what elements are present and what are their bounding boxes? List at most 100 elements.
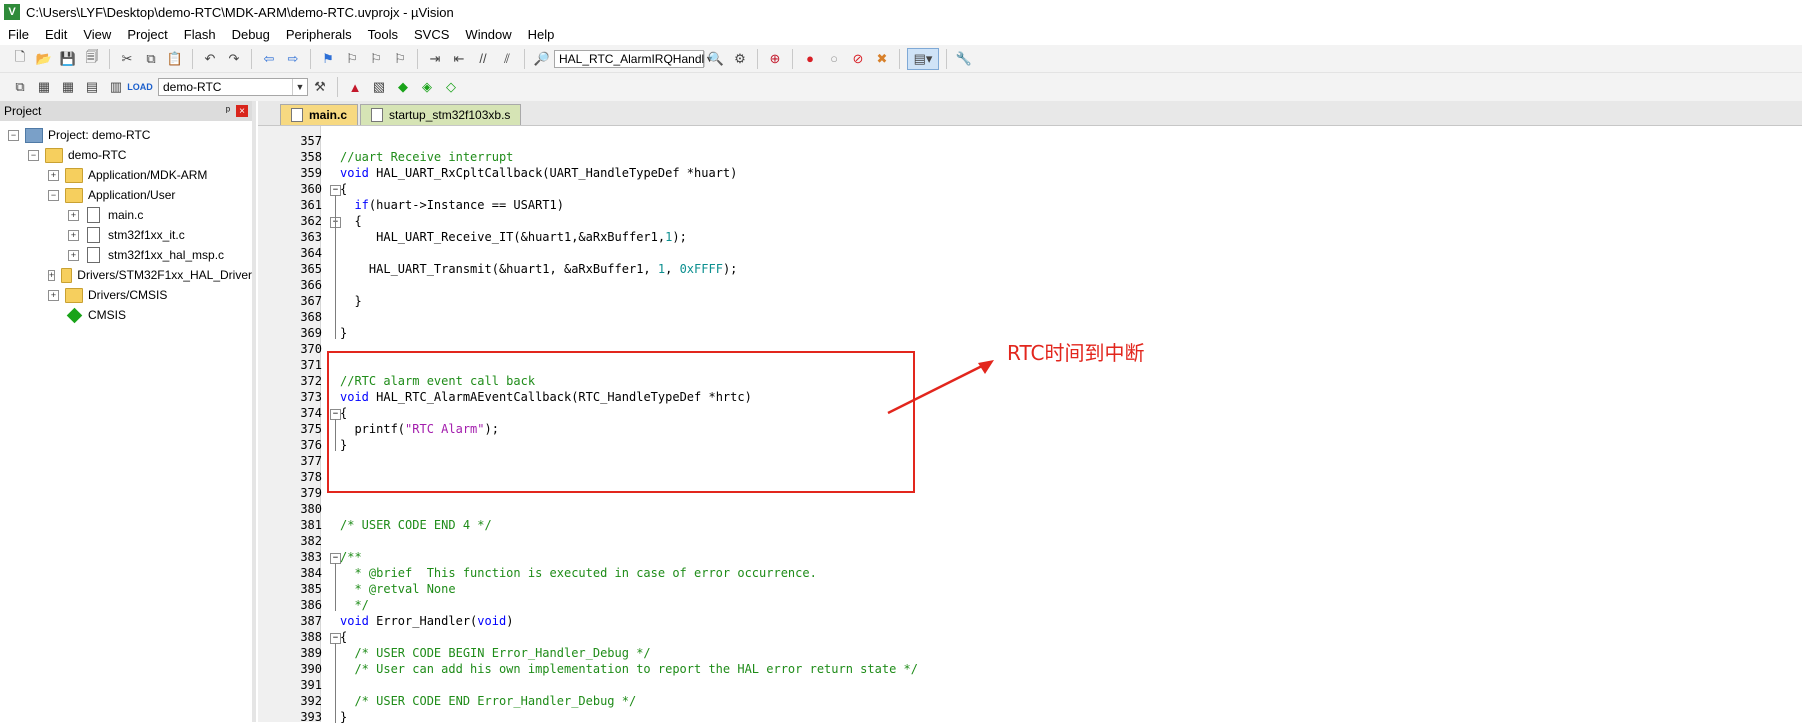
find-icon[interactable]: 🔍 bbox=[706, 49, 726, 69]
code-line[interactable]: 383−/** bbox=[258, 550, 1758, 566]
rebuild-icon[interactable]: ▦ bbox=[58, 77, 78, 97]
uncomment-icon[interactable]: ⫽ bbox=[497, 49, 517, 69]
navigate-back-icon[interactable]: ⇦ bbox=[259, 49, 279, 69]
tree-item-group[interactable]: + Application/MDK-ARM bbox=[0, 165, 252, 185]
save-all-icon[interactable]: 🗐 bbox=[82, 49, 102, 69]
expand-icon[interactable]: + bbox=[68, 209, 79, 221]
indent-icon[interactable]: ⇥ bbox=[425, 49, 445, 69]
code-line[interactable]: 367 } bbox=[258, 294, 1758, 310]
next-bookmark-icon[interactable]: ⚐ bbox=[366, 49, 386, 69]
menu-help[interactable]: Help bbox=[520, 27, 563, 42]
expand-icon[interactable]: + bbox=[48, 169, 59, 181]
tree-item-group[interactable]: + Drivers/CMSIS bbox=[0, 285, 252, 305]
translate-icon[interactable]: ⧉ bbox=[10, 77, 30, 97]
cut-icon[interactable]: ✂ bbox=[117, 49, 137, 69]
pin-icon[interactable]: ᵖ bbox=[226, 105, 230, 117]
stop-build-icon[interactable]: ▥ bbox=[106, 77, 126, 97]
code-line[interactable]: 391 bbox=[258, 678, 1758, 694]
code-line[interactable]: 387 void Error_Handler(void) bbox=[258, 614, 1758, 630]
expand-icon[interactable]: + bbox=[48, 269, 56, 281]
menu-view[interactable]: View bbox=[75, 27, 119, 42]
code-line[interactable]: 388−{ bbox=[258, 630, 1758, 646]
disable-breakpoints-icon[interactable]: ⊘ bbox=[848, 49, 868, 69]
code-line[interactable]: 365 HAL_UART_Transmit(&huart1, &aRxBuffe… bbox=[258, 262, 1758, 278]
manage-components-icon[interactable]: ▲ bbox=[345, 77, 365, 97]
code-line[interactable]: 362− { bbox=[258, 214, 1758, 230]
comment-icon[interactable]: // bbox=[473, 49, 493, 69]
tree-item-file[interactable]: + main.c bbox=[0, 205, 252, 225]
code-line[interactable]: 380 bbox=[258, 502, 1758, 518]
debug-session-icon[interactable]: ⊕ bbox=[765, 49, 785, 69]
window-layout-icon[interactable]: ▤▾ bbox=[907, 47, 939, 70]
collapse-icon[interactable]: − bbox=[28, 149, 39, 161]
target-options-icon[interactable]: ⚒ bbox=[310, 77, 330, 97]
code-line[interactable]: 359 void HAL_UART_RxCpltCallback(UART_Han… bbox=[258, 166, 1758, 182]
paste-icon[interactable]: 📋 bbox=[165, 49, 185, 69]
tree-item-group[interactable]: − Application/User bbox=[0, 185, 252, 205]
tab-main-c[interactable]: main.c bbox=[280, 104, 359, 125]
code-line[interactable]: 384 * @brief This function is executed i… bbox=[258, 566, 1758, 582]
expand-icon[interactable]: + bbox=[68, 229, 79, 241]
code-line[interactable]: 381 /* USER CODE END 4 */ bbox=[258, 518, 1758, 534]
code-line[interactable]: 392 /* USER CODE END Error_Handler_Debug… bbox=[258, 694, 1758, 710]
code-line[interactable]: 363 HAL_UART_Receive_IT(&huart1,&aRxBuff… bbox=[258, 230, 1758, 246]
new-file-icon[interactable]: 🗋 bbox=[10, 49, 30, 69]
code-line[interactable]: 366 bbox=[258, 278, 1758, 294]
code-line[interactable]: 361 if(huart->Instance == USART1) bbox=[258, 198, 1758, 214]
code-line[interactable]: 360−{ bbox=[258, 182, 1758, 198]
code-line[interactable]: 382 bbox=[258, 534, 1758, 550]
code-line[interactable]: 393} bbox=[258, 710, 1758, 726]
tree-item-file[interactable]: + stm32f1xx_hal_msp.c bbox=[0, 245, 252, 265]
enable-breakpoint-icon[interactable]: ○ bbox=[824, 49, 844, 69]
code-line[interactable]: 358 //uart Receive interrupt bbox=[258, 150, 1758, 166]
batch-build-icon[interactable]: ▤ bbox=[82, 77, 102, 97]
code-line[interactable]: 368 bbox=[258, 310, 1758, 326]
run-time-environment-icon[interactable]: ◇ bbox=[441, 77, 461, 97]
code-line[interactable]: 357 bbox=[258, 134, 1758, 150]
clear-bookmarks-icon[interactable]: ⚐ bbox=[390, 49, 410, 69]
tab-startup-stm32f103xb-s[interactable]: startup_stm32f103xb.s bbox=[360, 104, 522, 125]
expand-icon[interactable]: + bbox=[68, 249, 79, 261]
code-line[interactable]: 390 /* User can add his own implementati… bbox=[258, 662, 1758, 678]
menu-edit[interactable]: Edit bbox=[37, 27, 75, 42]
find-in-files-icon[interactable]: 🔎 bbox=[532, 49, 552, 69]
tree-item-file[interactable]: + stm32f1xx_it.c bbox=[0, 225, 252, 245]
tree-item-component[interactable]: CMSIS bbox=[0, 305, 252, 325]
code-line[interactable]: 389 /* USER CODE BEGIN Error_Handler_Deb… bbox=[258, 646, 1758, 662]
build-icon[interactable]: ▦ bbox=[34, 77, 54, 97]
menu-debug[interactable]: Debug bbox=[224, 27, 278, 42]
configure-icon[interactable]: ⚙ bbox=[730, 49, 750, 69]
menu-svcs[interactable]: SVCS bbox=[406, 27, 457, 42]
undo-icon[interactable]: ↶ bbox=[200, 49, 220, 69]
menu-file[interactable]: File bbox=[0, 27, 37, 42]
code-line[interactable]: 385 * @retval None bbox=[258, 582, 1758, 598]
close-icon[interactable]: × bbox=[236, 105, 248, 117]
code-line[interactable]: 364 bbox=[258, 246, 1758, 262]
target-combo[interactable]: demo-RTC ▼ bbox=[158, 78, 308, 96]
bookmark-icon[interactable]: ⚑ bbox=[318, 49, 338, 69]
configuration-wrench-icon[interactable]: 🔧 bbox=[954, 49, 974, 69]
tree-item-project[interactable]: − Project: demo-RTC bbox=[0, 125, 252, 145]
tree-item-target[interactable]: − demo-RTC bbox=[0, 145, 252, 165]
open-file-icon[interactable]: 📂 bbox=[34, 49, 54, 69]
menu-flash[interactable]: Flash bbox=[176, 27, 224, 42]
menu-project[interactable]: Project bbox=[119, 27, 175, 42]
tree-item-group[interactable]: + Drivers/STM32F1xx_HAL_Driver bbox=[0, 265, 252, 285]
menu-peripherals[interactable]: Peripherals bbox=[278, 27, 360, 42]
copy-icon[interactable]: ⧉ bbox=[141, 49, 161, 69]
collapse-icon[interactable]: − bbox=[8, 129, 19, 141]
navigate-forward-icon[interactable]: ⇨ bbox=[283, 49, 303, 69]
chevron-down-icon[interactable]: ▼ bbox=[292, 79, 307, 95]
file-extensions-icon[interactable]: ▧ bbox=[369, 77, 389, 97]
collapse-icon[interactable]: − bbox=[48, 189, 59, 201]
kill-breakpoints-icon[interactable]: ✖ bbox=[872, 49, 892, 69]
prev-bookmark-icon[interactable]: ⚐ bbox=[342, 49, 362, 69]
expand-icon[interactable]: + bbox=[48, 289, 59, 301]
save-icon[interactable]: 💾 bbox=[58, 49, 78, 69]
redo-icon[interactable]: ↷ bbox=[224, 49, 244, 69]
menu-tools[interactable]: Tools bbox=[360, 27, 406, 42]
select-software-packs-icon[interactable]: ◈ bbox=[417, 77, 437, 97]
function-combo[interactable]: HAL_RTC_AlarmIRQHandl ▼ bbox=[554, 49, 714, 68]
download-load-icon[interactable]: LOAD bbox=[127, 77, 153, 97]
unindent-icon[interactable]: ⇤ bbox=[449, 49, 469, 69]
